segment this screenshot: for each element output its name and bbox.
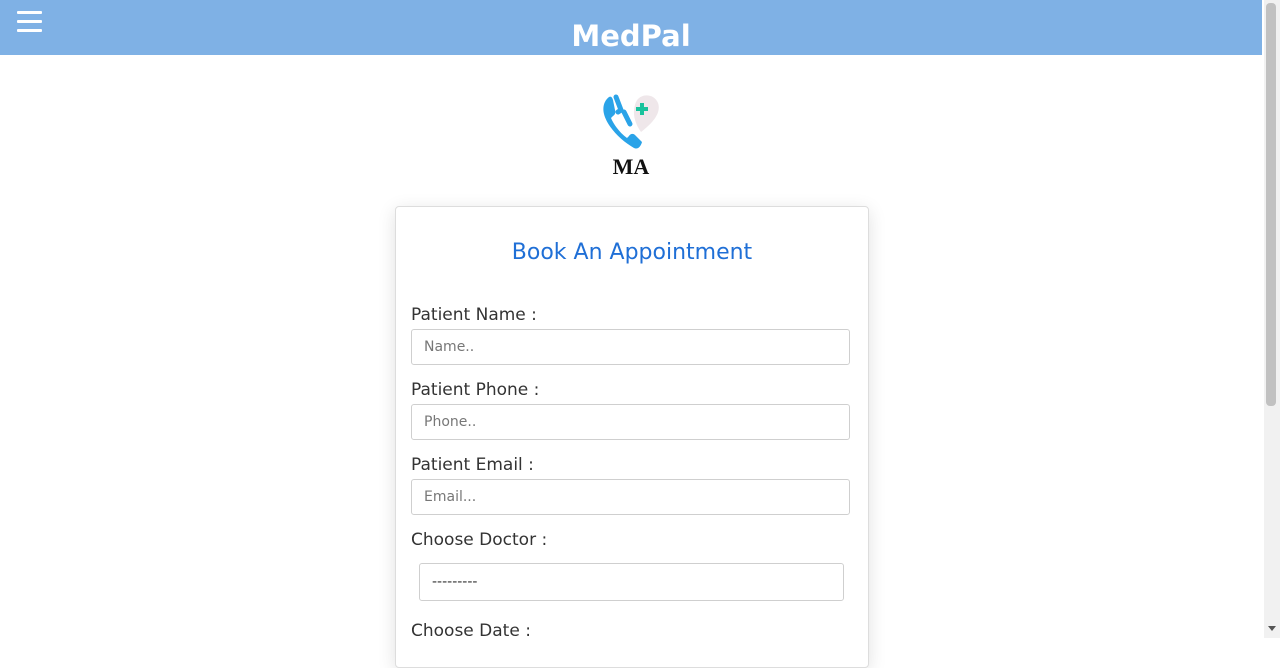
logo: MA: [596, 90, 666, 180]
scroll-down-arrow-icon[interactable]: [1268, 626, 1276, 631]
logo-text: MA: [612, 154, 650, 179]
vertical-scrollbar[interactable]: [1264, 0, 1280, 638]
choose-doctor-label: Choose Doctor :: [411, 530, 548, 550]
doctor-select[interactable]: ---------: [419, 563, 844, 601]
patient-email-label: Patient Email :: [411, 455, 534, 475]
top-navbar: MedPal: [0, 0, 1262, 55]
phone-heart-logo-icon: [603, 94, 659, 149]
patient-name-input[interactable]: [411, 329, 850, 365]
app-title: MedPal: [571, 19, 691, 53]
choose-date-label: Choose Date :: [411, 621, 531, 641]
form-title: Book An Appointment: [511, 240, 753, 265]
patient-phone-input[interactable]: [411, 404, 850, 440]
scrollbar-thumb[interactable]: [1266, 3, 1276, 406]
appointment-form-card: Book An Appointment Patient Name : Patie…: [395, 206, 869, 668]
patient-phone-label: Patient Phone :: [411, 380, 540, 400]
patient-name-label: Patient Name :: [411, 305, 537, 325]
patient-email-input[interactable]: [411, 479, 850, 515]
